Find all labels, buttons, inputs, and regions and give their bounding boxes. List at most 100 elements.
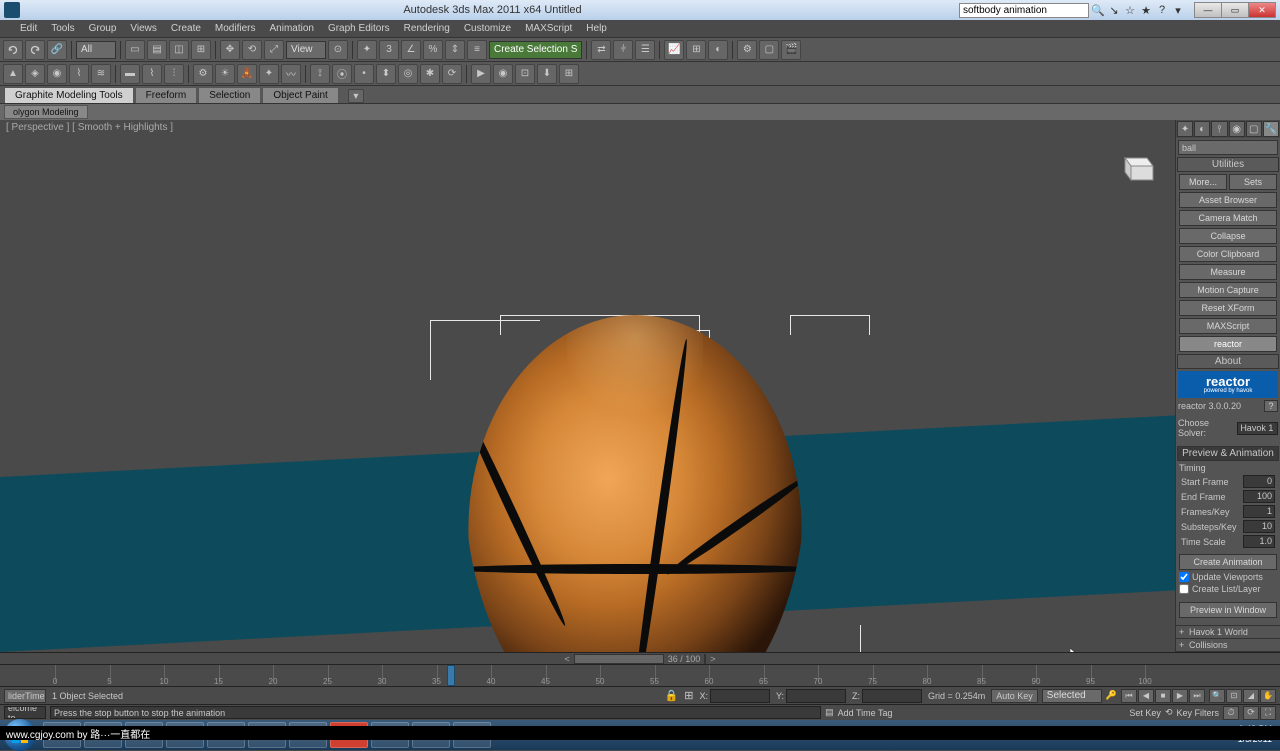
- app-logo-icon[interactable]: [4, 2, 20, 18]
- reactor-wind-icon[interactable]: ☀: [215, 64, 235, 84]
- reactor-water-icon[interactable]: 〰: [281, 64, 301, 84]
- menu-group[interactable]: Group: [89, 23, 117, 34]
- tab-utilities-icon[interactable]: 🔧: [1263, 121, 1279, 137]
- refcoord-selector[interactable]: View: [286, 41, 326, 59]
- manipulate-button[interactable]: ✦: [357, 40, 377, 60]
- spinner-snap-button[interactable]: ⇕: [445, 40, 465, 60]
- viewport[interactable]: [ Perspective ] [ Smooth + Highlights ]: [0, 120, 1175, 652]
- menu-create[interactable]: Create: [171, 23, 201, 34]
- menu-animation[interactable]: Animation: [269, 23, 313, 34]
- curve-editor-button[interactable]: 📈: [664, 40, 684, 60]
- pan-button[interactable]: ✋: [1260, 689, 1276, 703]
- goto-end-button[interactable]: ⏭: [1189, 689, 1205, 703]
- frames-key-input[interactable]: 1: [1243, 505, 1275, 518]
- select-object-button[interactable]: ▭: [125, 40, 145, 60]
- z-coord-input[interactable]: [862, 689, 922, 703]
- util-collapse[interactable]: Collapse: [1179, 228, 1277, 244]
- reactor-fracture-icon[interactable]: ✦: [259, 64, 279, 84]
- lock-icon[interactable]: 🔒: [665, 689, 679, 702]
- snap-button[interactable]: 3: [379, 40, 399, 60]
- named-selection-input[interactable]: Create Selection S: [489, 41, 582, 59]
- maximize-button[interactable]: ▭: [1221, 2, 1249, 18]
- tab-display-icon[interactable]: ▢: [1246, 121, 1262, 137]
- layer-selector[interactable]: All: [76, 41, 116, 59]
- menu-maxscript[interactable]: MAXScript: [525, 23, 572, 34]
- tab-graphite[interactable]: Graphite Modeling Tools: [4, 87, 134, 103]
- scale-button[interactable]: ⤢: [264, 40, 284, 60]
- time-config-button[interactable]: ⏱: [1223, 706, 1239, 720]
- update-viewports-check[interactable]: Update Viewports: [1179, 572, 1277, 582]
- menu-edit[interactable]: Edit: [20, 23, 37, 34]
- menu-graph-editors[interactable]: Graph Editors: [328, 23, 390, 34]
- reactor-export-icon[interactable]: ⬇: [537, 64, 557, 84]
- key-filters-icon[interactable]: ⟲: [1165, 707, 1173, 718]
- preview-rollout[interactable]: Preview & Animation: [1177, 446, 1279, 461]
- collisions-row[interactable]: +Collisions: [1176, 639, 1280, 652]
- align-button[interactable]: ⫩: [613, 40, 633, 60]
- script-icon[interactable]: ▤: [825, 707, 834, 718]
- tab-motion-icon[interactable]: ◉: [1229, 121, 1245, 137]
- menu-help[interactable]: Help: [586, 23, 607, 34]
- next-frame-button[interactable]: ▶: [1172, 689, 1188, 703]
- close-button[interactable]: ✕: [1248, 2, 1276, 18]
- tab-create-icon[interactable]: ✦: [1177, 121, 1193, 137]
- dropdown-icon[interactable]: ▾: [1171, 3, 1185, 17]
- util-camera-match[interactable]: Camera Match: [1179, 210, 1277, 226]
- polygon-modeling-panel[interactable]: olygon Modeling: [4, 105, 88, 119]
- play-button[interactable]: ■: [1155, 689, 1171, 703]
- substeps-input[interactable]: 10: [1243, 520, 1275, 533]
- percent-snap-button[interactable]: %: [423, 40, 443, 60]
- key-icon[interactable]: 🔑: [1106, 690, 1117, 701]
- playhead[interactable]: [447, 665, 455, 686]
- object-name-field[interactable]: ball: [1178, 140, 1278, 155]
- reactor-constraint-icon[interactable]: ⟟: [310, 64, 330, 84]
- help-icon[interactable]: ?: [1155, 3, 1169, 17]
- sets-button[interactable]: Sets: [1229, 174, 1277, 190]
- basketball-object[interactable]: [465, 315, 805, 652]
- time-tag-label[interactable]: Add Time Tag: [838, 708, 893, 718]
- about-rollout[interactable]: About: [1177, 354, 1279, 369]
- create-animation-button[interactable]: Create Animation: [1179, 554, 1277, 570]
- reactor-softbody-icon[interactable]: ◉: [47, 64, 67, 84]
- named-sel-button[interactable]: ≡: [467, 40, 487, 60]
- move-button[interactable]: ✥: [220, 40, 240, 60]
- reactor-analyze-icon[interactable]: ⊡: [515, 64, 535, 84]
- ribbon-toggle-icon[interactable]: ▾: [348, 89, 364, 103]
- key-mode-select[interactable]: Selected: [1042, 689, 1102, 703]
- reactor-dashpot-icon[interactable]: ⫶: [164, 64, 184, 84]
- menu-tools[interactable]: Tools: [51, 23, 74, 34]
- start-frame-input[interactable]: 0: [1243, 475, 1275, 488]
- x-coord-input[interactable]: [710, 689, 770, 703]
- tab-selection[interactable]: Selection: [198, 87, 261, 103]
- reactor-deform-icon[interactable]: ≋: [91, 64, 111, 84]
- key-filters-label[interactable]: Key Filters: [1176, 708, 1219, 718]
- reactor-toy-icon[interactable]: 🧸: [237, 64, 257, 84]
- redo-button[interactable]: [25, 40, 45, 60]
- viewcube-icon[interactable]: [1115, 150, 1157, 186]
- favorite-icon[interactable]: ★: [1139, 3, 1153, 17]
- arc-rotate-button[interactable]: ⟳: [1243, 706, 1259, 720]
- util-reactor[interactable]: reactor: [1179, 336, 1277, 352]
- reactor-help-button[interactable]: ?: [1264, 400, 1278, 412]
- render-setup-button[interactable]: ⚙: [737, 40, 757, 60]
- mirror-button[interactable]: ⇄: [591, 40, 611, 60]
- prev-frame-button[interactable]: ◀: [1138, 689, 1154, 703]
- viewport-label[interactable]: [ Perspective ] [ Smooth + Highlights ]: [6, 122, 173, 133]
- util-measure[interactable]: Measure: [1179, 264, 1277, 280]
- timeline[interactable]: 0510152025303540455055606570758085909510…: [0, 664, 1280, 686]
- reactor-spring-icon[interactable]: ⌇: [142, 64, 162, 84]
- reactor-util-icon[interactable]: ⊞: [559, 64, 579, 84]
- absolute-icon[interactable]: ⊞: [684, 689, 693, 702]
- util-reset-xform[interactable]: Reset XForm: [1179, 300, 1277, 316]
- render-button[interactable]: 🎬: [781, 40, 801, 60]
- menu-rendering[interactable]: Rendering: [404, 23, 450, 34]
- pivot-button[interactable]: ⊙: [328, 40, 348, 60]
- rotate-button[interactable]: ⟲: [242, 40, 262, 60]
- set-key-button[interactable]: Set Key: [1129, 708, 1161, 718]
- schematic-button[interactable]: ⊞: [686, 40, 706, 60]
- auto-key-button[interactable]: Auto Key: [991, 689, 1038, 703]
- material-editor-button[interactable]: ◐: [708, 40, 728, 60]
- util-maxscript[interactable]: MAXScript: [1179, 318, 1277, 334]
- havok-world-row[interactable]: +Havok 1 World: [1176, 626, 1280, 639]
- menu-modifiers[interactable]: Modifiers: [215, 23, 256, 34]
